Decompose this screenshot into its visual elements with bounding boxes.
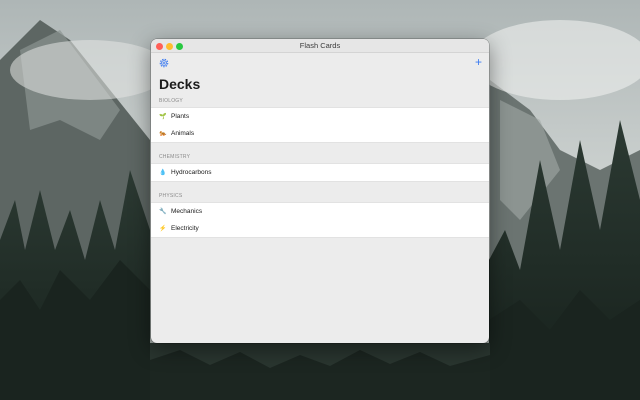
section-header-chemistry: CHEMISTRY [159, 154, 191, 160]
page-title: Decks [159, 76, 201, 92]
toolbar: + [151, 53, 489, 75]
section-rows-physics: 🔧 Mechanics ⚡ Electricity [151, 202, 489, 238]
section-rows-chemistry: 💧 Hydrocarbons [151, 163, 489, 182]
plant-icon: 🌱 [159, 114, 167, 120]
gear-icon[interactable] [158, 57, 170, 69]
tiger-icon: 🐅 [159, 131, 167, 137]
section-rows-biology: 🌱 Plants 🐅 Animals [151, 107, 489, 143]
flash-cards-window: Flash Cards + Decks BIOLOGY 🌱 Plants 🐅 A… [151, 39, 489, 343]
deck-row-hydrocarbons[interactable]: 💧 Hydrocarbons [151, 164, 489, 181]
deck-name: Plants [171, 113, 190, 120]
lightning-icon: ⚡ [159, 226, 167, 232]
add-deck-button[interactable]: + [475, 55, 482, 69]
deck-name: Animals [171, 130, 195, 137]
section-header-biology: BIOLOGY [159, 98, 183, 104]
deck-name: Mechanics [171, 208, 203, 215]
deck-row-electricity[interactable]: ⚡ Electricity [151, 220, 489, 237]
deck-row-animals[interactable]: 🐅 Animals [151, 125, 489, 142]
window-title: Flash Cards [299, 41, 341, 50]
deck-name: Hydrocarbons [171, 169, 212, 176]
wrench-icon: 🔧 [159, 209, 167, 215]
deck-name: Electricity [171, 225, 199, 232]
title-bar[interactable]: Flash Cards [151, 39, 489, 53]
deck-list: BIOLOGY 🌱 Plants 🐅 Animals CHEMISTRY 💧 H… [151, 95, 489, 238]
deck-row-plants[interactable]: 🌱 Plants [151, 108, 489, 125]
droplet-icon: 💧 [159, 170, 167, 176]
deck-row-mechanics[interactable]: 🔧 Mechanics [151, 203, 489, 220]
section-header-physics: PHYSICS [159, 193, 183, 199]
